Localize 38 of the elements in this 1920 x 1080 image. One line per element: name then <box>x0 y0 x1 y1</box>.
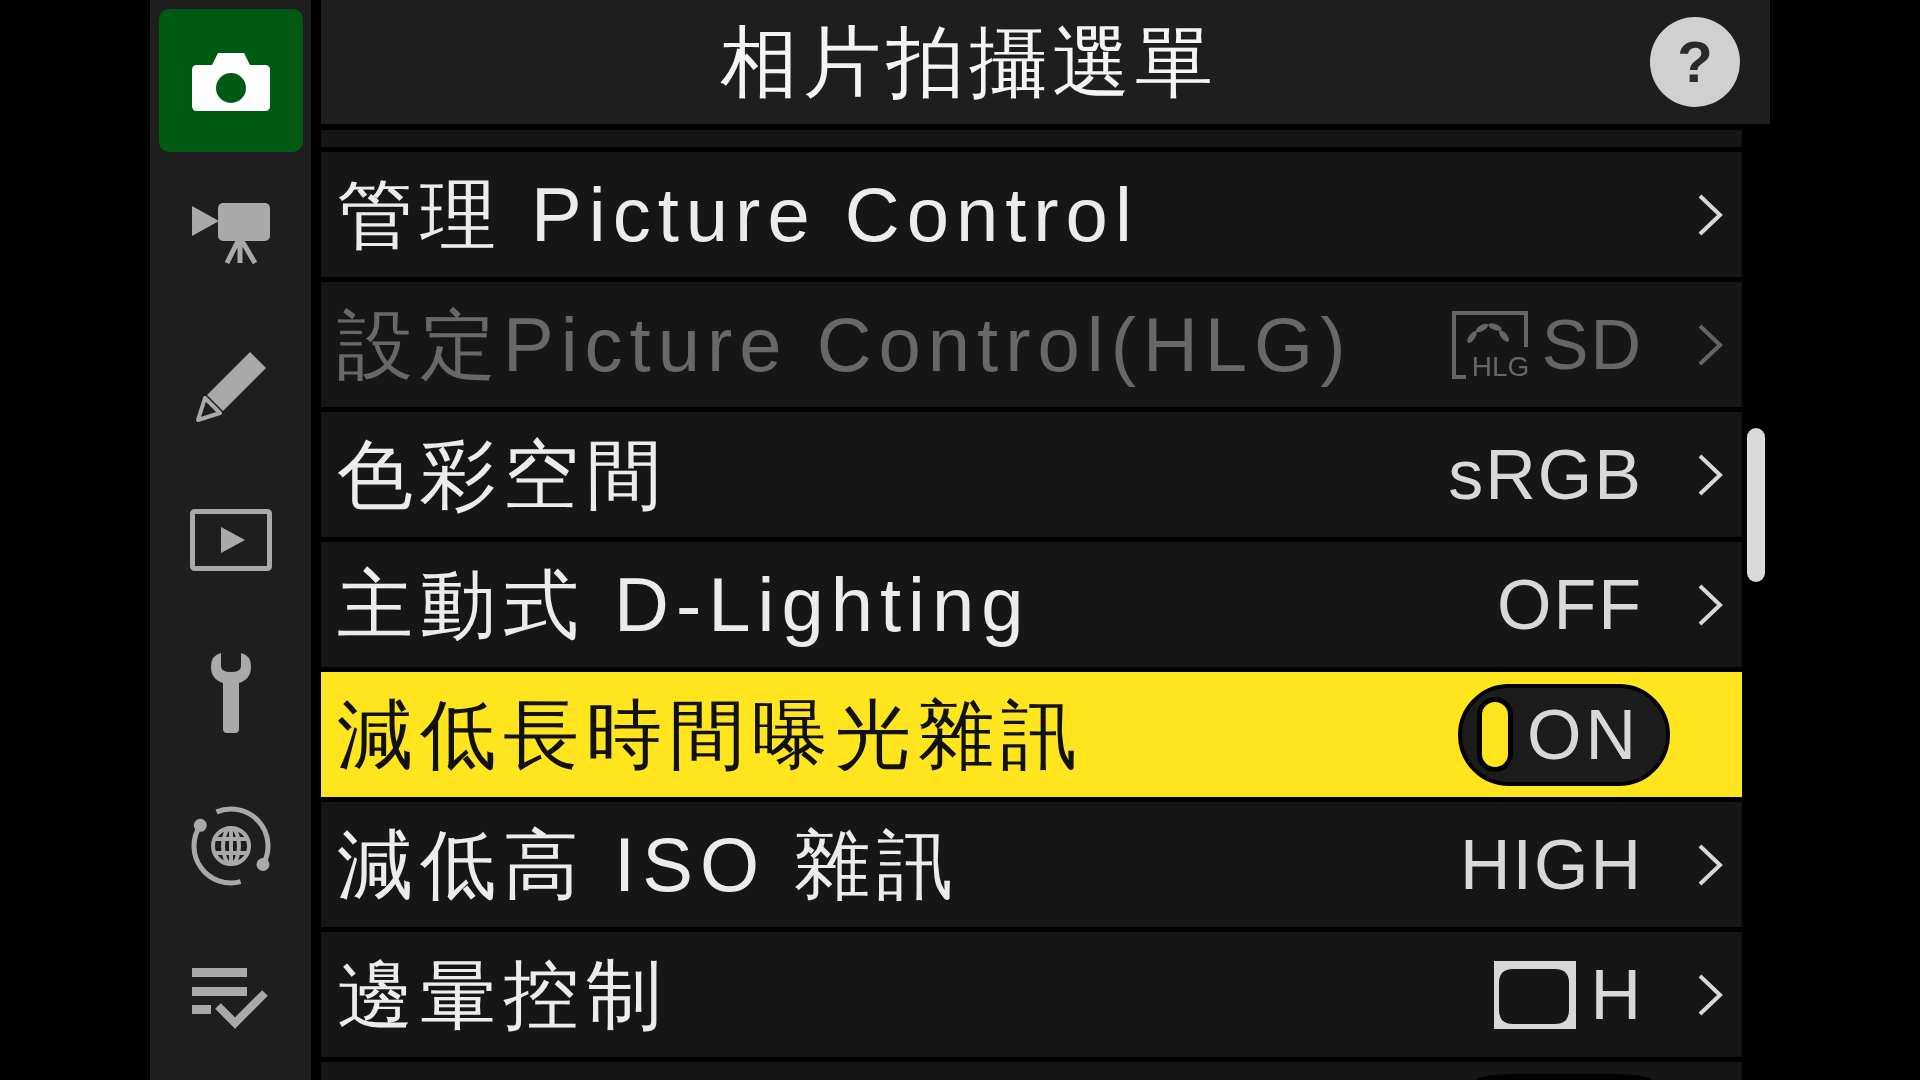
menu-value: H <box>1590 959 1643 1030</box>
chevron-icon <box>1698 583 1723 626</box>
rounded-frame-icon <box>1494 960 1577 1029</box>
menu-label: 邊暈控制 <box>337 956 670 1033</box>
menu-title: 相片拍攝選單 <box>720 23 1218 101</box>
menu-row[interactable]: 減低高 ISO 雜訊 HIGH <box>321 802 1742 927</box>
chevron-icon <box>1698 193 1723 236</box>
menu-value: HIGH <box>1460 829 1643 900</box>
menu-row[interactable]: 主動式 D-Lighting OFF <box>321 542 1742 667</box>
movie-camera-icon <box>192 202 270 265</box>
menu-value: SD <box>1541 309 1643 380</box>
chevron-icon <box>1698 453 1723 496</box>
chevron-icon <box>1698 843 1723 886</box>
menu-value: sRGB <box>1448 439 1643 510</box>
help-button[interactable]: ? <box>1650 17 1740 107</box>
knob-icon <box>1477 697 1513 772</box>
menu-label: 管理 Picture Control <box>337 176 1140 253</box>
menu-label: 減低長時間曝光雜訊 <box>337 696 1085 773</box>
menu-row[interactable]: 管理 Picture Control <box>321 152 1742 277</box>
menu-row[interactable]: 色彩空間 sRGB <box>321 412 1742 537</box>
menu-value: OFF <box>1497 569 1643 640</box>
toggle-switch[interactable]: ON <box>1458 683 1670 786</box>
chevron-icon <box>1698 323 1723 366</box>
picture-frame-icon <box>1451 310 1528 379</box>
menu-row[interactable]: 減低長時間曝光雜訊 ON <box>321 672 1742 797</box>
scrollbar-thumb[interactable] <box>1747 428 1765 582</box>
chevron-icon <box>1698 973 1723 1016</box>
menu-label: 色彩空間 <box>337 436 670 513</box>
play-screen-icon <box>190 508 272 571</box>
globe-icon <box>189 803 273 888</box>
menu-row[interactable]: 邊暈控制 H <box>321 932 1742 1057</box>
camera-icon <box>192 50 270 111</box>
icon-caption: HLG <box>1471 352 1530 381</box>
menu-label: 減低高 ISO 雜訊 <box>337 826 962 903</box>
wrench-icon <box>211 652 251 733</box>
checklist-icon <box>192 967 270 1030</box>
menu-tab[interactable] <box>159 9 303 152</box>
pencil-icon <box>194 350 268 423</box>
